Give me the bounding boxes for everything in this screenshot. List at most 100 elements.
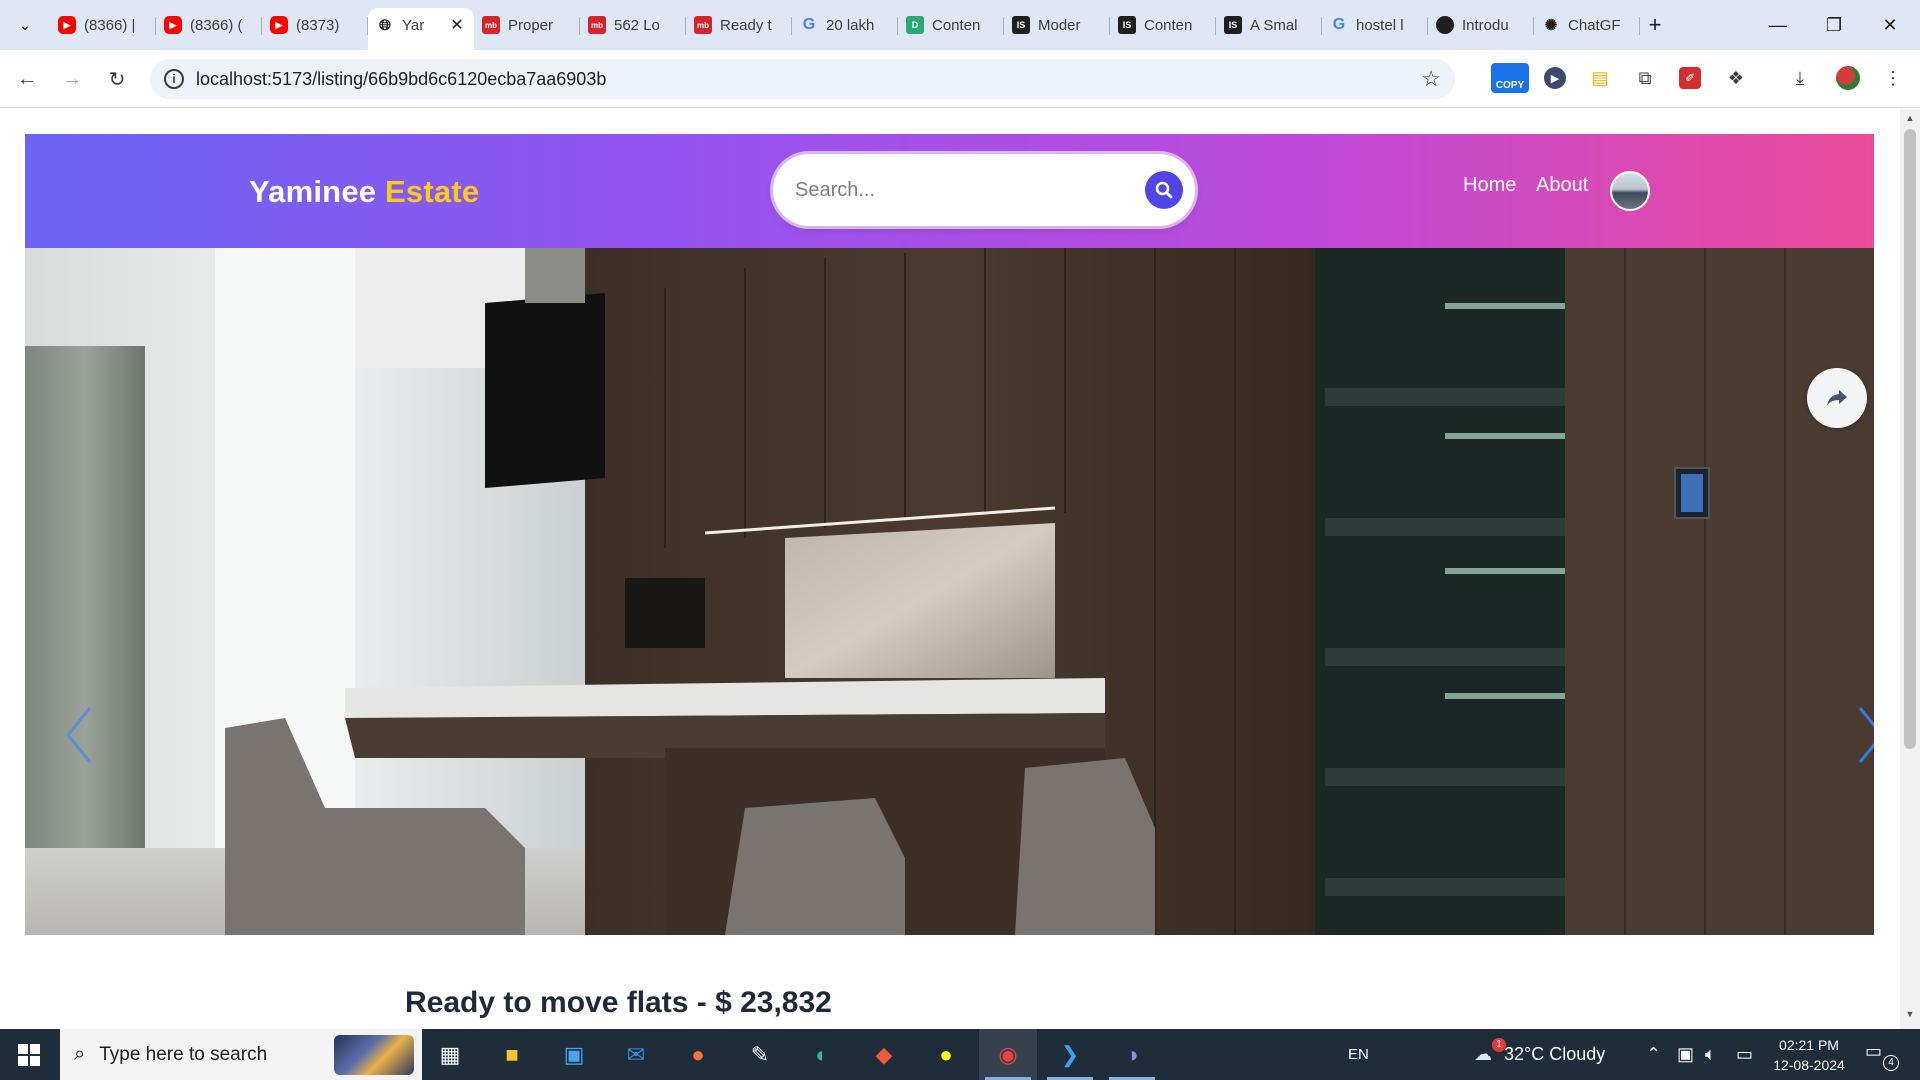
- site-logo[interactable]: Yaminee Estate: [249, 174, 479, 210]
- listing-image-carousel[interactable]: [25, 248, 1874, 935]
- restore-button[interactable]: ❐: [1806, 0, 1862, 50]
- copy-extension-icon[interactable]: COPY: [1491, 63, 1529, 93]
- windows-logo-icon: [18, 1043, 40, 1066]
- site-info-icon[interactable]: i: [164, 69, 184, 89]
- browser-tab[interactable]: mb Ready t: [686, 8, 792, 42]
- reload-button[interactable]: ↻: [102, 64, 132, 94]
- forward-button[interactable]: →: [57, 64, 87, 94]
- browser-tab-label: Conten: [1144, 16, 1193, 34]
- browser-tab[interactable]: ▶ (8366) |: [50, 8, 156, 42]
- weather-widget[interactable]: ☁ 1 32°C Cloudy: [1474, 1029, 1605, 1080]
- system-clock[interactable]: 02:21 PM 12-08-2024: [1764, 1035, 1854, 1075]
- chevron-up-icon: ⌃: [1646, 1044, 1662, 1064]
- is-icon: IS: [1224, 16, 1242, 34]
- google-icon: G: [1332, 16, 1346, 33]
- pdf-extension-icon[interactable]: ✐: [1679, 67, 1701, 89]
- browser-tab[interactable]: Introdu: [1428, 8, 1534, 42]
- browser-tab-label: ChatGF: [1568, 16, 1621, 34]
- puzzle-extensions-icon[interactable]: ❖: [1723, 65, 1749, 91]
- chevron-right-icon: [1858, 707, 1874, 763]
- tab-manager-extension-icon[interactable]: ⧉: [1632, 65, 1658, 91]
- task-view-icon[interactable]: ▦: [421, 1029, 479, 1080]
- battery-icon[interactable]: ▭: [1736, 1029, 1753, 1080]
- cloud-icon: ☁ 1: [1474, 1038, 1506, 1065]
- notification-center-button[interactable]: ▭ 4: [1865, 1041, 1899, 1071]
- new-tab-button[interactable]: +: [1640, 8, 1670, 42]
- microsoft-store-icon[interactable]: ▣: [545, 1029, 603, 1080]
- extension-circle-icon[interactable]: ▶: [1544, 67, 1566, 89]
- browser-tab-label: Introdu: [1462, 16, 1509, 34]
- language-indicator[interactable]: EN: [1348, 1029, 1369, 1080]
- sticky-note-extension-icon[interactable]: ▤: [1587, 65, 1613, 91]
- mb-icon: mb: [482, 16, 500, 34]
- page-scrollbar[interactable]: ▲ ▼: [1900, 109, 1920, 1029]
- meet-now-icon[interactable]: ▣: [1677, 1029, 1694, 1080]
- browser-tab[interactable]: ▶ (8373): [262, 8, 368, 42]
- show-hidden-icons-button[interactable]: ⌃: [1646, 1029, 1661, 1080]
- address-url[interactable]: localhost:5173/listing/66b9bd6c6120ecba7…: [196, 69, 606, 90]
- app-circle-icon[interactable]: ◑: [1103, 1029, 1161, 1080]
- browser-tab[interactable]: IS Moder: [1004, 8, 1110, 42]
- scroll-down-arrow-icon[interactable]: ▼: [1904, 1009, 1916, 1025]
- browser-tab-label: Conten: [932, 16, 981, 34]
- tab-search-button[interactable]: ⌄: [10, 10, 40, 40]
- browser-tab-strip: ⌄ ▶ (8366) | ▶ (8366) (▶ (8373) 🌐︎ Yar ✕ mb Prop…: [0, 0, 1920, 50]
- chatgpt-icon: ✺: [1544, 17, 1558, 34]
- wps-office-icon[interactable]: ◆: [855, 1029, 913, 1080]
- taskbar-search-box[interactable]: ⌕ Type here to search: [60, 1029, 422, 1080]
- volume-icon[interactable]: 🔈︎: [1705, 1029, 1716, 1080]
- vscode-icon[interactable]: ❯: [1041, 1029, 1099, 1080]
- carousel-prev-button[interactable]: [59, 700, 99, 770]
- nav-about-link[interactable]: About: [1536, 174, 1588, 197]
- minimize-button[interactable]: —: [1750, 0, 1806, 50]
- browser-tab[interactable]: IS A Smal: [1216, 8, 1322, 42]
- youtube-icon: ▶: [58, 16, 76, 34]
- snapchat-icon[interactable]: ●: [917, 1029, 975, 1080]
- clock-date: 12-08-2024: [1773, 1057, 1845, 1073]
- is-icon: IS: [1118, 16, 1136, 34]
- listing-photo: [25, 248, 1874, 935]
- browser-tab[interactable]: 🌐︎ Yar ✕: [368, 8, 474, 50]
- search-button[interactable]: [1145, 171, 1183, 209]
- scroll-thumb[interactable]: [1904, 129, 1916, 749]
- browser-tab[interactable]: Ghostel l: [1322, 8, 1428, 42]
- browser-tab[interactable]: ✺ ChatGF: [1534, 8, 1640, 42]
- browser-tab[interactable]: ▶ (8366) (: [156, 8, 262, 42]
- search-input[interactable]: [795, 168, 1115, 212]
- scroll-up-arrow-icon[interactable]: ▲: [1904, 113, 1916, 129]
- page-viewport: Yaminee Estate Home About: [0, 109, 1900, 1029]
- dj-icon: D: [906, 16, 924, 34]
- browser-tab[interactable]: D Conten: [898, 8, 1004, 42]
- profile-avatar-icon[interactable]: [1836, 66, 1860, 90]
- browser-tab[interactable]: mb Proper: [474, 8, 580, 42]
- browser-tab-label: Yar: [402, 16, 425, 34]
- youtube-icon: ▶: [270, 16, 288, 34]
- edge-icon[interactable]: ◐: [793, 1029, 851, 1080]
- browser-tab[interactable]: G 20 lakh: [792, 8, 898, 42]
- nav-home-link[interactable]: Home: [1463, 174, 1516, 197]
- browser-tab[interactable]: IS Conten: [1110, 8, 1216, 42]
- search-form: [773, 154, 1195, 226]
- bookmark-star-icon[interactable]: ☆: [1421, 66, 1441, 92]
- app-pen-icon[interactable]: ✎: [731, 1029, 789, 1080]
- carousel-next-button[interactable]: [1851, 700, 1874, 770]
- browser-tab[interactable]: mb 562 Lo: [580, 8, 686, 42]
- chrome-icon[interactable]: ◉: [979, 1029, 1037, 1080]
- close-icon: ✕: [1882, 14, 1898, 35]
- download-icon[interactable]: ⤓: [1787, 65, 1813, 91]
- share-button[interactable]: [1807, 368, 1867, 428]
- file-explorer-icon[interactable]: ■: [483, 1029, 541, 1080]
- chevron-left-icon: [66, 707, 92, 763]
- start-button[interactable]: [0, 1029, 58, 1080]
- address-bar[interactable]: i localhost:5173/listing/66b9bd6c6120ecb…: [150, 59, 1455, 99]
- user-avatar[interactable]: [1610, 171, 1650, 211]
- back-button[interactable]: ←: [12, 64, 42, 94]
- browser-menu-icon[interactable]: ⋮: [1880, 65, 1906, 91]
- firefox-icon[interactable]: ●: [669, 1029, 727, 1080]
- restore-icon: ❐: [1825, 14, 1843, 35]
- close-tab-icon[interactable]: ✕: [448, 15, 466, 35]
- mail-icon[interactable]: ✉: [607, 1029, 665, 1080]
- close-window-button[interactable]: ✕: [1862, 0, 1918, 50]
- reload-icon: ↻: [108, 68, 126, 91]
- browser-tab-label: 20 lakh: [826, 16, 875, 34]
